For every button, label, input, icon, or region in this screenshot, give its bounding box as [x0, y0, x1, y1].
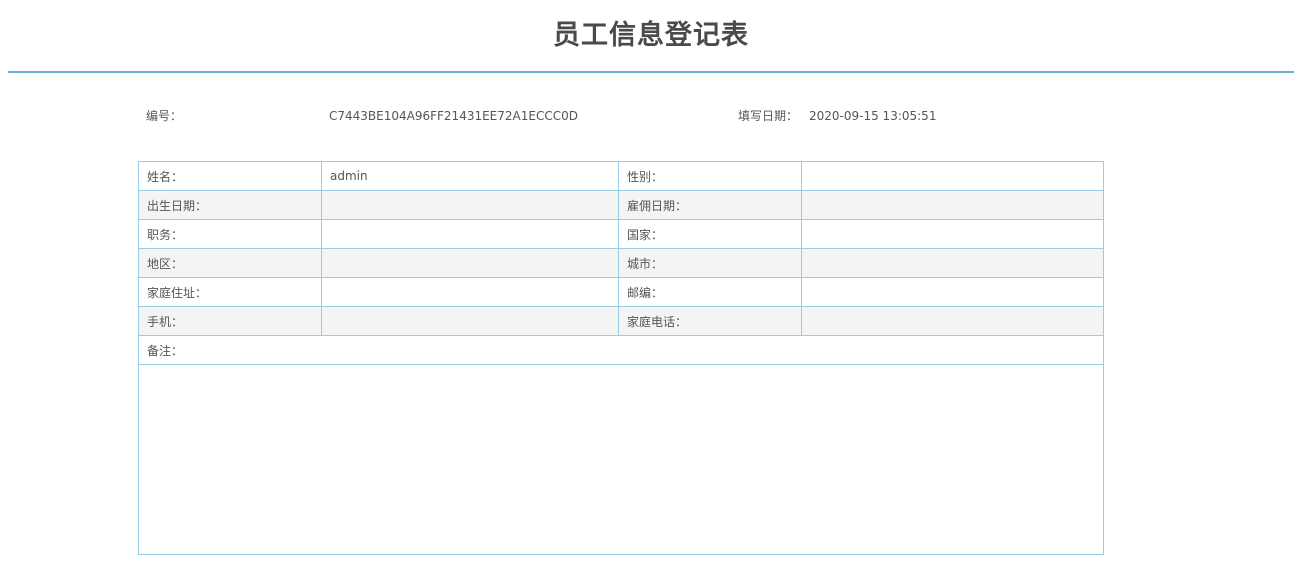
- table-row: 家庭住址： 邮编：: [138, 277, 1104, 307]
- job-title-label: 职务：: [138, 219, 322, 249]
- hire-date-label: 雇佣日期：: [618, 190, 802, 220]
- region-value: [321, 248, 619, 278]
- table-row: 出生日期： 雇佣日期：: [138, 190, 1104, 220]
- table-row: 备注：: [138, 335, 1104, 365]
- home-phone-label: 家庭电话：: [618, 306, 802, 336]
- name-value: admin: [321, 161, 619, 191]
- title-divider: [8, 71, 1294, 73]
- city-value: [801, 248, 1104, 278]
- birth-date-label: 出生日期：: [138, 190, 322, 220]
- postal-code-label: 邮编：: [618, 277, 802, 307]
- table-row: [138, 364, 1104, 555]
- mobile-label: 手机：: [138, 306, 322, 336]
- job-title-value: [321, 219, 619, 249]
- remark-label: 备注：: [138, 335, 1104, 365]
- postal-code-value: [801, 277, 1104, 307]
- city-label: 城市：: [618, 248, 802, 278]
- country-value: [801, 219, 1104, 249]
- gender-value: [801, 161, 1104, 191]
- hire-date-value: [801, 190, 1104, 220]
- home-address-value: [321, 277, 619, 307]
- table-row: 地区： 城市：: [138, 248, 1104, 278]
- table-row: 职务： 国家：: [138, 219, 1104, 249]
- home-address-label: 家庭住址：: [138, 277, 322, 307]
- number-label: 编号：: [146, 109, 183, 123]
- page-title: 员工信息登记表: [553, 20, 749, 51]
- employee-info-table: 姓名： admin 性别： 出生日期： 雇佣日期： 职务： 国家： 地区： 城市…: [138, 161, 1104, 555]
- region-label: 地区：: [138, 248, 322, 278]
- name-label: 姓名：: [138, 161, 322, 191]
- mobile-value: [321, 306, 619, 336]
- fill-date-value: 2020-09-15 13:05:51: [809, 109, 937, 123]
- table-row: 姓名： admin 性别：: [138, 161, 1104, 191]
- remark-content: [138, 364, 1104, 555]
- country-label: 国家：: [618, 219, 802, 249]
- fill-date-label: 填写日期：: [738, 109, 799, 123]
- birth-date-value: [321, 190, 619, 220]
- gender-label: 性别：: [618, 161, 802, 191]
- number-value: C7443BE104A96FF21431EE72A1ECCC0D: [329, 109, 578, 123]
- home-phone-value: [801, 306, 1104, 336]
- table-row: 手机： 家庭电话：: [138, 306, 1104, 336]
